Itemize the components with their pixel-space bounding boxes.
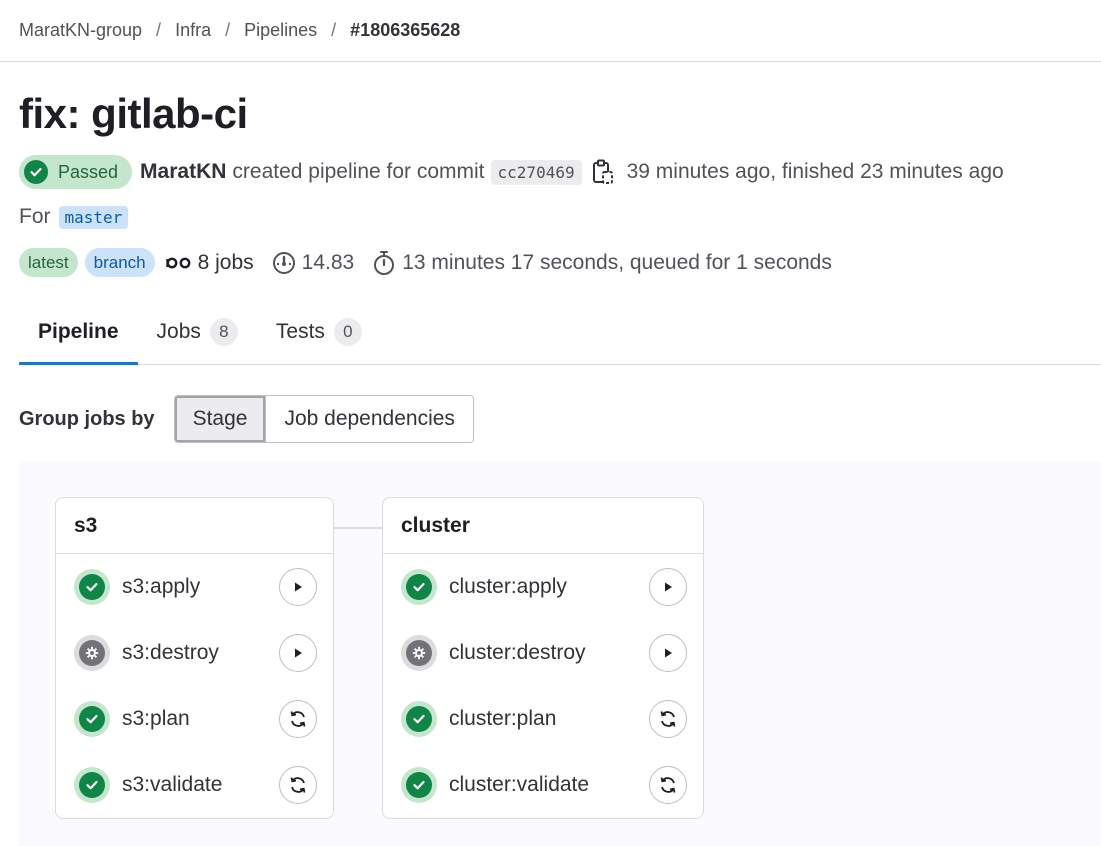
job-item[interactable]: cluster:apply [383, 554, 703, 620]
job-name[interactable]: s3:validate [122, 773, 222, 797]
pipeline-icon [165, 257, 191, 268]
play-icon[interactable] [279, 568, 317, 606]
stage-column-s3: s3 s3:apply s3:destroy s3:plan s3:valida… [55, 497, 334, 819]
status-badge[interactable]: Passed [19, 155, 133, 189]
group-jobs-by-label: Group jobs by [19, 407, 155, 430]
job-name[interactable]: cluster:destroy [449, 641, 586, 665]
pipeline-stats-row: latest branch 8 jobs 14.83 13 minutes 17… [19, 248, 846, 277]
stage-title: cluster [383, 498, 703, 554]
tab-jobs-count: 8 [209, 318, 238, 346]
stage-column-cluster: cluster cluster:apply cluster:destroy cl… [382, 497, 704, 819]
jobs-count-label: 8 jobs [197, 250, 254, 274]
check-circle-icon [24, 160, 48, 184]
job-name[interactable]: cluster:validate [449, 773, 589, 797]
status-label: Passed [58, 161, 119, 182]
duration: 13 minutes 17 seconds, queued for 1 seco… [372, 250, 832, 276]
status-manual-icon [74, 635, 110, 671]
pipeline-meta: Passed MaratKN created pipeline for comm… [19, 155, 1004, 189]
breadcrumb-item-group[interactable]: MaratKN-group [19, 20, 142, 41]
pipeline-graph: s3 s3:apply s3:destroy s3:plan s3:valida… [19, 461, 1101, 846]
play-icon[interactable] [279, 634, 317, 672]
pipeline-ref-row: For master [19, 205, 129, 229]
jobs-count: 8 jobs [165, 250, 254, 275]
job-item[interactable]: cluster:destroy [383, 620, 703, 686]
latest-badge: latest [19, 248, 78, 277]
tab-jobs-label: Jobs [156, 320, 201, 343]
tab-tests[interactable]: Tests 0 [257, 300, 381, 364]
status-success-icon [74, 701, 110, 737]
status-success-icon [401, 767, 437, 803]
job-name[interactable]: cluster:apply [449, 575, 567, 599]
commit-sha-link[interactable]: cc270469 [490, 159, 582, 185]
status-manual-icon [401, 635, 437, 671]
page-title: fix: gitlab-ci [19, 90, 248, 137]
job-name[interactable]: s3:plan [122, 707, 190, 731]
tab-tests-count: 0 [333, 318, 362, 346]
gauge-icon [272, 251, 295, 274]
breadcrumb-separator: / [156, 20, 162, 40]
retry-icon[interactable] [279, 766, 317, 804]
compute-usage: 14.83 [272, 250, 355, 275]
status-success-icon [401, 569, 437, 605]
for-label: For [19, 205, 51, 228]
job-item[interactable]: s3:destroy [56, 620, 333, 686]
retry-icon[interactable] [649, 700, 687, 738]
author-link[interactable]: MaratKN [140, 160, 226, 184]
status-success-icon [74, 569, 110, 605]
job-name[interactable]: s3:destroy [122, 641, 219, 665]
breadcrumb-separator: / [331, 20, 337, 40]
group-by-dependencies-button[interactable]: Job dependencies [265, 396, 473, 442]
play-icon[interactable] [649, 634, 687, 672]
breadcrumb: MaratKN-group / Infra / Pipelines / #180… [0, 0, 1101, 62]
pipeline-time: 39 minutes ago, finished 23 minutes ago [626, 160, 1004, 183]
copy-clipboard-icon[interactable] [592, 159, 614, 185]
timer-icon [374, 250, 395, 275]
breadcrumb-item-current[interactable]: #1806365628 [350, 20, 460, 41]
breadcrumb-separator: / [225, 20, 231, 40]
play-icon[interactable] [649, 568, 687, 606]
retry-icon[interactable] [279, 700, 317, 738]
duration-label: 13 minutes 17 seconds, queued for 1 seco… [402, 250, 832, 274]
status-success-icon [74, 767, 110, 803]
breadcrumb-item-pipelines[interactable]: Pipelines [244, 20, 317, 41]
stage-title: s3 [56, 498, 333, 554]
job-name[interactable]: cluster:plan [449, 707, 556, 731]
job-item[interactable]: cluster:plan [383, 686, 703, 752]
tab-pipeline-label: Pipeline [38, 320, 119, 343]
group-jobs-by: Group jobs by Stage Job dependencies [19, 395, 474, 443]
tab-jobs[interactable]: Jobs 8 [138, 300, 257, 364]
group-by-stage-button[interactable]: Stage [174, 396, 266, 442]
job-name[interactable]: s3:apply [122, 575, 200, 599]
job-item[interactable]: cluster:validate [383, 752, 703, 818]
pipeline-tabs: Pipeline Jobs 8 Tests 0 [19, 300, 1101, 365]
branch-badge: branch [84, 248, 155, 277]
tab-pipeline[interactable]: Pipeline [19, 300, 138, 365]
job-item[interactable]: s3:apply [56, 554, 333, 620]
retry-icon[interactable] [649, 766, 687, 804]
status-success-icon [401, 701, 437, 737]
created-text: created pipeline for commit [232, 160, 485, 183]
branch-ref-link[interactable]: master [58, 205, 129, 229]
compute-value: 14.83 [301, 250, 355, 274]
stage-connector [333, 527, 383, 529]
group-by-toggle: Stage Job dependencies [173, 395, 474, 443]
job-item[interactable]: s3:plan [56, 686, 333, 752]
tab-tests-label: Tests [275, 320, 325, 343]
job-item[interactable]: s3:validate [56, 752, 333, 818]
breadcrumb-item-project[interactable]: Infra [175, 20, 211, 41]
